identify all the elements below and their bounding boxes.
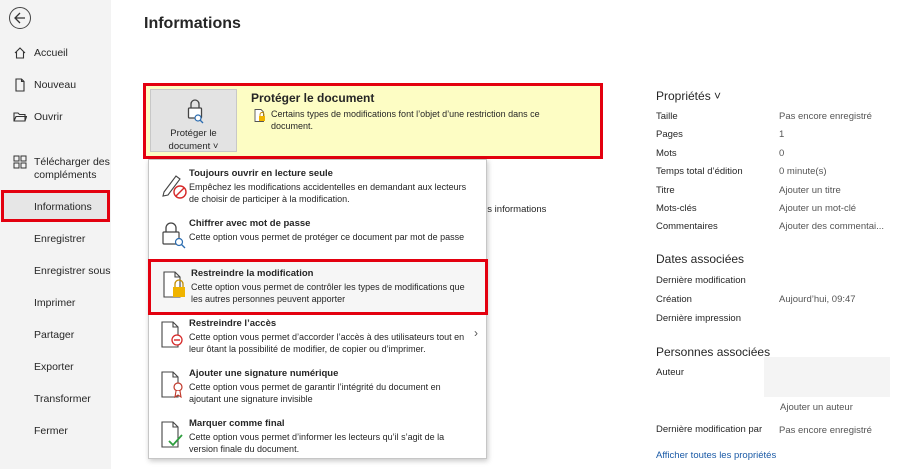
add-ins-label-line1: Télécharger des	[34, 156, 110, 168]
prop-key: Création	[656, 294, 692, 305]
prop-key: Dernière impression	[656, 313, 742, 324]
menu-item-encrypt[interactable]: Chiffrer avec mot de passe Cette option …	[149, 212, 486, 262]
sidebar-item-label: Enregistrer sous	[34, 265, 111, 277]
sidebar-item-info[interactable]: Informations	[1, 190, 110, 222]
prop-key: Mots	[656, 148, 677, 159]
properties-dropdown[interactable]: Propriétés ˅	[656, 89, 721, 103]
prop-value: Pas encore enregistré	[779, 111, 872, 122]
inspect-text-fragment: es informations	[482, 204, 547, 215]
document-restrict-icon	[161, 321, 183, 348]
protect-title: Protéger le document	[251, 91, 375, 105]
prop-value: Pas encore enregistré	[779, 425, 872, 436]
home-icon	[14, 47, 26, 59]
prop-value: 0	[779, 148, 785, 159]
menu-item-desc: Cette option vous permet d’informer les …	[189, 432, 445, 454]
keywords-field[interactable]: Ajouter un mot-clé	[779, 203, 856, 214]
sidebar-item-label: Transformer	[34, 393, 91, 405]
sidebar-item-label: Télécharger des compléments	[34, 156, 110, 182]
prop-key: Auteur	[656, 367, 684, 378]
sidebar-item-add-ins[interactable]: Télécharger des compléments	[0, 155, 111, 183]
document-lock-icon	[163, 271, 185, 298]
title-field[interactable]: Ajouter un titre	[779, 185, 841, 196]
protect-document-menu: Toujours ouvrir en lecture seule Empêche…	[148, 159, 488, 462]
menu-item-desc: Cette option vous permet de protéger ce …	[189, 232, 465, 242]
sidebar-item-label: Ouvrir	[34, 111, 63, 123]
protect-button-label-line2: document ˅	[168, 141, 219, 152]
prop-key: Mots-clés	[656, 203, 697, 214]
document-lock-small-icon	[254, 109, 265, 122]
submenu-chevron-icon: ›	[474, 326, 478, 340]
back-arrow-icon	[14, 12, 25, 24]
menu-item-title: Restreindre la modification	[191, 268, 314, 279]
sidebar-item-label: Imprimer	[34, 297, 76, 309]
prop-value: Aujourd’hui, 09:47	[779, 294, 856, 305]
menu-item-title: Marquer comme final	[189, 418, 285, 429]
menu-item-restrict-access[interactable]: Restreindre l’accès Cette option vous pe…	[149, 312, 486, 362]
menu-item-title: Ajouter une signature numérique	[189, 368, 339, 379]
sidebar-item-label: Partager	[34, 329, 75, 341]
backstage-sidebar: Accueil Nouveau Ouvrir Télécharger des co…	[0, 0, 111, 469]
dates-title: Dates associées	[656, 252, 745, 266]
protect-document-section: Protéger le document ˅ Protéger le docum…	[143, 83, 603, 159]
prop-key: Taille	[656, 111, 678, 122]
prop-value: 1	[779, 129, 785, 140]
add-ins-grid-icon	[13, 155, 27, 169]
page-title: Informations	[144, 15, 241, 32]
protect-description: Certains types de modifications font l’o…	[271, 109, 540, 131]
add-author-link[interactable]: Ajouter un auteur	[780, 402, 853, 413]
menu-item-title: Restreindre l’accès	[189, 318, 277, 329]
sidebar-item-label: Informations	[34, 201, 92, 213]
author-avatar-placeholder	[764, 357, 890, 397]
sidebar-item-label: Enregistrer	[34, 233, 86, 245]
menu-item-title: Toujours ouvrir en lecture seule	[189, 168, 333, 179]
menu-item-digital-signature[interactable]: Ajouter une signature numérique Cette op…	[149, 362, 486, 412]
prop-key: Titre	[656, 185, 675, 196]
show-all-properties-link[interactable]: Afficher toutes les propriétés	[656, 450, 776, 461]
prop-key: Dernière modification	[656, 275, 746, 286]
prop-key: Temps total d’édition	[656, 166, 743, 177]
menu-item-title: Chiffrer avec mot de passe	[189, 218, 311, 229]
sidebar-item-label: Exporter	[34, 361, 74, 373]
sidebar-item-label: Accueil	[34, 47, 68, 59]
sidebar-item-label: Fermer	[34, 425, 68, 437]
protect-document-button[interactable]: Protéger le document ˅	[150, 89, 237, 152]
prop-value: 0 minute(s)	[779, 166, 827, 177]
comments-field[interactable]: Ajouter des commentai...	[779, 221, 884, 232]
open-folder-icon	[13, 112, 27, 122]
menu-item-read-only[interactable]: Toujours ouvrir en lecture seule Empêche…	[149, 162, 486, 212]
menu-item-mark-final[interactable]: Marquer comme final Cette option vous pe…	[149, 412, 486, 462]
lock-key-icon	[162, 222, 186, 249]
people-title: Personnes associées	[656, 345, 771, 359]
prop-key: Dernière modification par	[656, 424, 763, 435]
document-check-icon	[161, 421, 183, 448]
document-ribbon-icon	[161, 371, 183, 399]
menu-item-restrict-editing[interactable]: Restreindre la modification Cette option…	[148, 259, 488, 315]
prop-key: Pages	[656, 129, 683, 140]
menu-item-desc: Cette option vous permet de contrôler le…	[191, 282, 465, 304]
back-button[interactable]	[9, 7, 31, 29]
menu-item-desc: Empêchez les modifications accidentelles…	[189, 182, 467, 204]
add-ins-label-line2: compléments	[34, 169, 97, 181]
sidebar-item-label: Nouveau	[34, 79, 77, 91]
menu-item-desc: Cette option vous permet de garantir l’i…	[189, 382, 441, 404]
menu-item-desc: Cette option vous permet d’accorder l’ac…	[189, 332, 465, 354]
new-document-icon	[15, 78, 25, 92]
protect-button-label-line1: Protéger le	[170, 128, 217, 139]
pencil-no-icon	[162, 175, 187, 199]
prop-key: Commentaires	[656, 221, 718, 232]
lock-key-icon	[187, 99, 204, 124]
